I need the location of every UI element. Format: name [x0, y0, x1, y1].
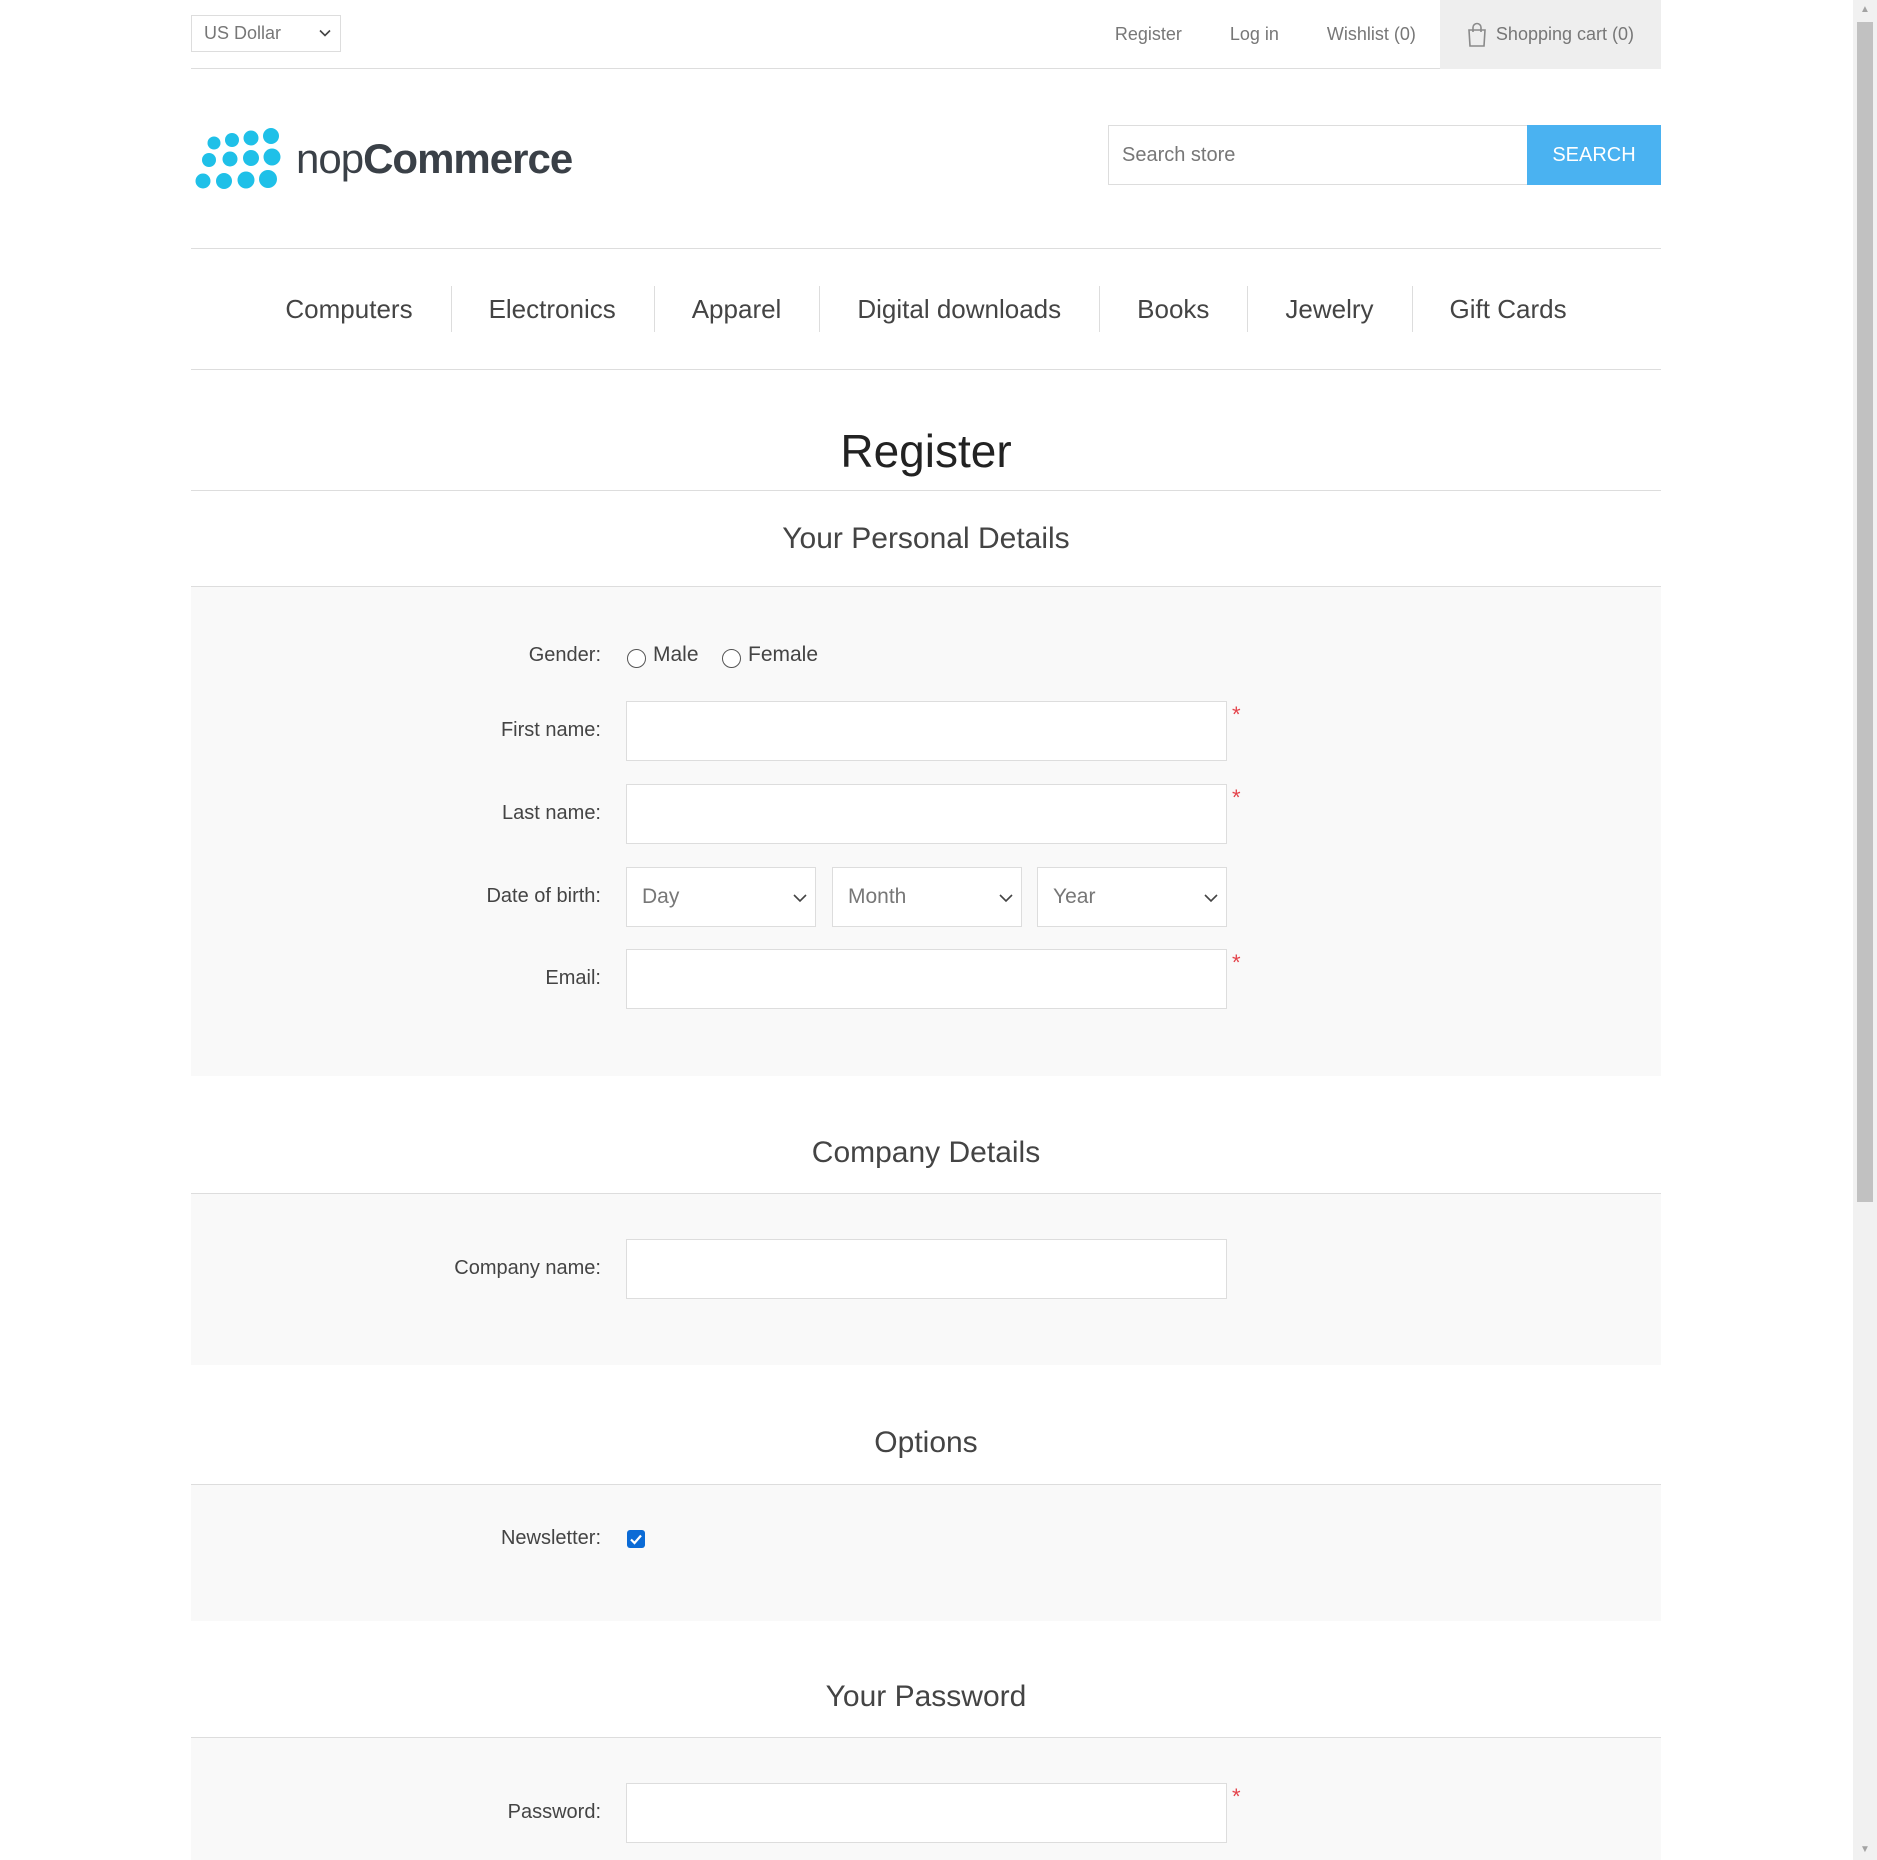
dob-year-select[interactable]: Year	[1037, 867, 1227, 927]
page-title-block: Register	[191, 421, 1661, 491]
password-required-mark: *	[1232, 1784, 1241, 1809]
company-name-row: Company name:	[191, 1239, 1661, 1299]
dob-day-select[interactable]: Day	[626, 867, 816, 927]
nopcommerce-dots-logo-icon	[195, 128, 281, 189]
email-field[interactable]	[626, 949, 1227, 1009]
chevron-down-icon	[793, 894, 807, 903]
logo-wordmark-bold: Commerce	[363, 135, 573, 182]
currency-value: US Dollar	[204, 23, 282, 43]
page-container: US Dollar Register Log in Wishlist (0) S…	[191, 0, 1661, 1860]
gender-male-radio[interactable]	[627, 649, 646, 668]
options-section: Newsletter:	[191, 1485, 1661, 1621]
date-of-birth-row: Date of birth: Day Month Year	[191, 867, 1661, 927]
dob-month-select[interactable]: Month	[832, 867, 1022, 927]
logo-wordmark-light: nop	[296, 135, 364, 182]
gender-female-radio[interactable]	[722, 649, 741, 668]
search-box: Search	[1108, 125, 1661, 185]
dob-month-value: Month	[848, 885, 907, 908]
header-main: nopCommerce Search	[191, 69, 1661, 249]
date-of-birth-label: Date of birth:	[486, 885, 601, 907]
top-menu: Computers Electronics Apparel Digital do…	[191, 249, 1661, 370]
password-label: Password:	[507, 1801, 601, 1823]
scroll-down-arrow-icon[interactable]: ▼	[1853, 1840, 1877, 1860]
search-input[interactable]	[1108, 125, 1527, 185]
header-links: Register Log in Wishlist (0) Shopping ca…	[1091, 0, 1661, 69]
shopping-cart-label: Shopping cart (0)	[1495, 24, 1634, 44]
personal-details-title-block: Your Personal Details	[191, 491, 1661, 587]
first-name-row: First name: *	[191, 701, 1661, 761]
company-details-title-block: Company Details	[191, 1123, 1661, 1194]
logo-wordmark: nopCommerce	[296, 135, 573, 183]
menu-item-apparel[interactable]: Apparel	[653, 286, 820, 332]
last-name-field[interactable]	[626, 784, 1227, 844]
personal-details-section: Gender: Male Female First name: * Last n…	[191, 587, 1661, 1076]
company-details-title: Company Details	[811, 1136, 1041, 1169]
company-name-label: Company name:	[454, 1257, 601, 1279]
password-title-block: Your Password	[191, 1667, 1661, 1738]
scroll-thumb[interactable]	[1857, 22, 1873, 1202]
personal-details-title: Your Personal Details	[782, 522, 1070, 555]
gender-female-label[interactable]: Female	[748, 643, 818, 667]
header-top-bar: US Dollar Register Log in Wishlist (0) S…	[191, 0, 1661, 69]
first-name-required-mark: *	[1232, 702, 1241, 727]
company-details-section: Company name:	[191, 1194, 1661, 1365]
menu-item-jewelry[interactable]: Jewelry	[1247, 286, 1411, 332]
options-title-block: Options	[191, 1413, 1661, 1485]
page-scrollbar[interactable]: ▲ ▼	[1853, 0, 1877, 1860]
page-title: Register	[840, 425, 1012, 477]
last-name-required-mark: *	[1232, 785, 1241, 810]
menu-item-gift-cards[interactable]: Gift Cards	[1411, 286, 1605, 332]
password-section: Password: *	[191, 1738, 1661, 1860]
last-name-label: Last name:	[502, 802, 601, 824]
checkmark-icon	[630, 1534, 642, 1545]
password-row: Password: *	[191, 1783, 1661, 1843]
dob-year-value: Year	[1053, 885, 1096, 908]
newsletter-checkbox[interactable]	[627, 1530, 645, 1548]
store-logo[interactable]: nopCommerce	[194, 124, 574, 194]
wishlist-link[interactable]: Wishlist (0)	[1303, 0, 1440, 69]
company-name-field[interactable]	[626, 1239, 1227, 1299]
search-button[interactable]: Search	[1527, 125, 1661, 185]
options-title: Options	[874, 1426, 978, 1459]
first-name-label: First name:	[500, 719, 601, 741]
gender-label: Gender:	[528, 644, 601, 666]
login-link[interactable]: Log in	[1206, 0, 1303, 69]
password-field[interactable]	[626, 1783, 1227, 1843]
scroll-up-arrow-icon[interactable]: ▲	[1853, 0, 1877, 20]
newsletter-row: Newsletter:	[191, 1525, 1661, 1555]
chevron-down-icon	[999, 894, 1013, 903]
email-label: Email:	[545, 967, 601, 989]
menu-item-computers[interactable]: Computers	[247, 286, 450, 332]
email-row: Email: *	[191, 949, 1661, 1009]
newsletter-label: Newsletter:	[500, 1527, 601, 1549]
shopping-bag-icon	[1468, 22, 1486, 47]
chevron-down-icon	[1204, 894, 1218, 903]
chevron-down-icon	[319, 29, 331, 37]
gender-male-label[interactable]: Male	[653, 643, 699, 667]
last-name-row: Last name: *	[191, 784, 1661, 844]
menu-item-books[interactable]: Books	[1099, 286, 1247, 332]
currency-selector[interactable]: US Dollar	[191, 15, 341, 52]
register-link[interactable]: Register	[1091, 0, 1206, 69]
shopping-cart-link[interactable]: Shopping cart (0)	[1439, 0, 1661, 69]
menu-item-digital-downloads[interactable]: Digital downloads	[819, 286, 1099, 332]
password-title: Your Password	[825, 1680, 1027, 1713]
dob-day-value: Day	[642, 885, 680, 908]
gender-row: Gender: Male Female	[191, 642, 1661, 672]
menu-item-electronics[interactable]: Electronics	[450, 286, 654, 332]
email-required-mark: *	[1232, 950, 1241, 975]
first-name-field[interactable]	[626, 701, 1227, 761]
